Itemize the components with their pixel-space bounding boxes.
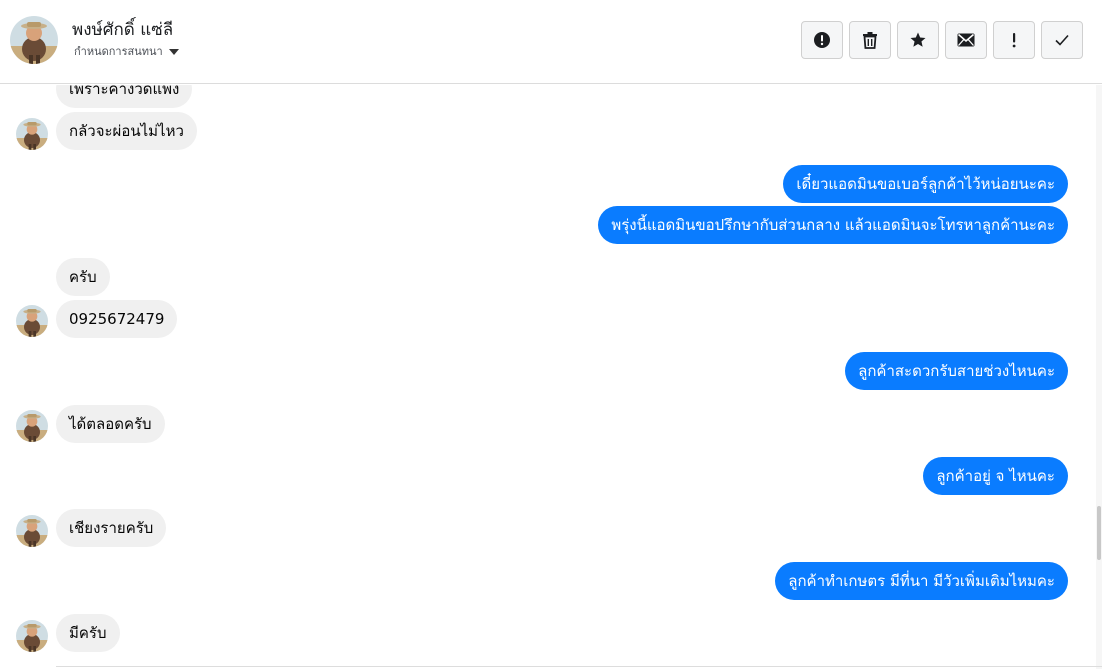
mark-unread-button[interactable]	[945, 21, 987, 59]
message-incoming[interactable]: เชียงรายครับ	[56, 509, 167, 547]
message-incoming[interactable]: มีครับ	[56, 614, 120, 652]
exclamation-icon	[1012, 33, 1016, 48]
scrollbar[interactable]	[1096, 85, 1102, 669]
contact-avatar	[16, 620, 48, 652]
trash-icon	[863, 32, 877, 49]
caret-down-icon	[168, 48, 179, 55]
message-incoming[interactable]: เพราะค่างวดแพง	[56, 85, 193, 108]
divider	[56, 666, 1102, 667]
contact-avatar	[16, 118, 48, 150]
alert-circle-icon	[814, 32, 830, 48]
chat-header: พงษ์ศักดิ์ แซ่ลี กำหนดการสนทนา	[0, 0, 1102, 84]
scrollbar-thumb[interactable]	[1097, 506, 1101, 560]
conversation-setting-label: กำหนดการสนทนา	[74, 45, 163, 58]
contact-avatar	[16, 305, 48, 337]
alert-button[interactable]	[801, 21, 843, 59]
message-list[interactable]: เพราะค่างวดแพง กลัวจะผ่อนไม่ไหว เดี๋ยวแอ…	[0, 85, 1102, 669]
message-incoming[interactable]: ครับ	[56, 258, 110, 296]
contact-avatar	[16, 515, 48, 547]
message-outgoing[interactable]: ลูกค้าทำเกษตร มีที่นา มีวัวเพิ่มเติมไหมค…	[775, 562, 1068, 600]
contact-name[interactable]: พงษ์ศักดิ์ แซ่ลี	[72, 16, 173, 43]
message-incoming[interactable]: กลัวจะผ่อนไม่ไหว	[56, 112, 197, 150]
delete-button[interactable]	[849, 21, 891, 59]
message-outgoing[interactable]: ลูกค้าสะดวกรับสายช่วงไหนคะ	[845, 352, 1068, 390]
done-button[interactable]	[1041, 21, 1083, 59]
star-icon	[910, 32, 926, 47]
message-outgoing[interactable]: พรุ่งนี้แอดมินขอปรึกษากับส่วนกลาง แล้วแอ…	[598, 206, 1068, 244]
message-outgoing[interactable]: เดี๋ยวแอดมินขอเบอร์ลูกค้าไว้หน่อยนะคะ	[783, 165, 1068, 203]
contact-avatar[interactable]	[10, 16, 58, 64]
message-outgoing[interactable]: ลูกค้าอยู่ จ ไหนคะ	[923, 457, 1068, 495]
conversation-setting-dropdown[interactable]: กำหนดการสนทนา	[74, 42, 179, 60]
message-incoming[interactable]: ได้ตลอดครับ	[56, 405, 165, 443]
star-button[interactable]	[897, 21, 939, 59]
message-incoming[interactable]: 0925672479	[56, 300, 178, 338]
flag-button[interactable]	[993, 21, 1035, 59]
action-toolbar	[801, 21, 1083, 59]
contact-avatar	[16, 410, 48, 442]
envelope-icon	[957, 33, 975, 47]
check-icon	[1055, 34, 1069, 46]
